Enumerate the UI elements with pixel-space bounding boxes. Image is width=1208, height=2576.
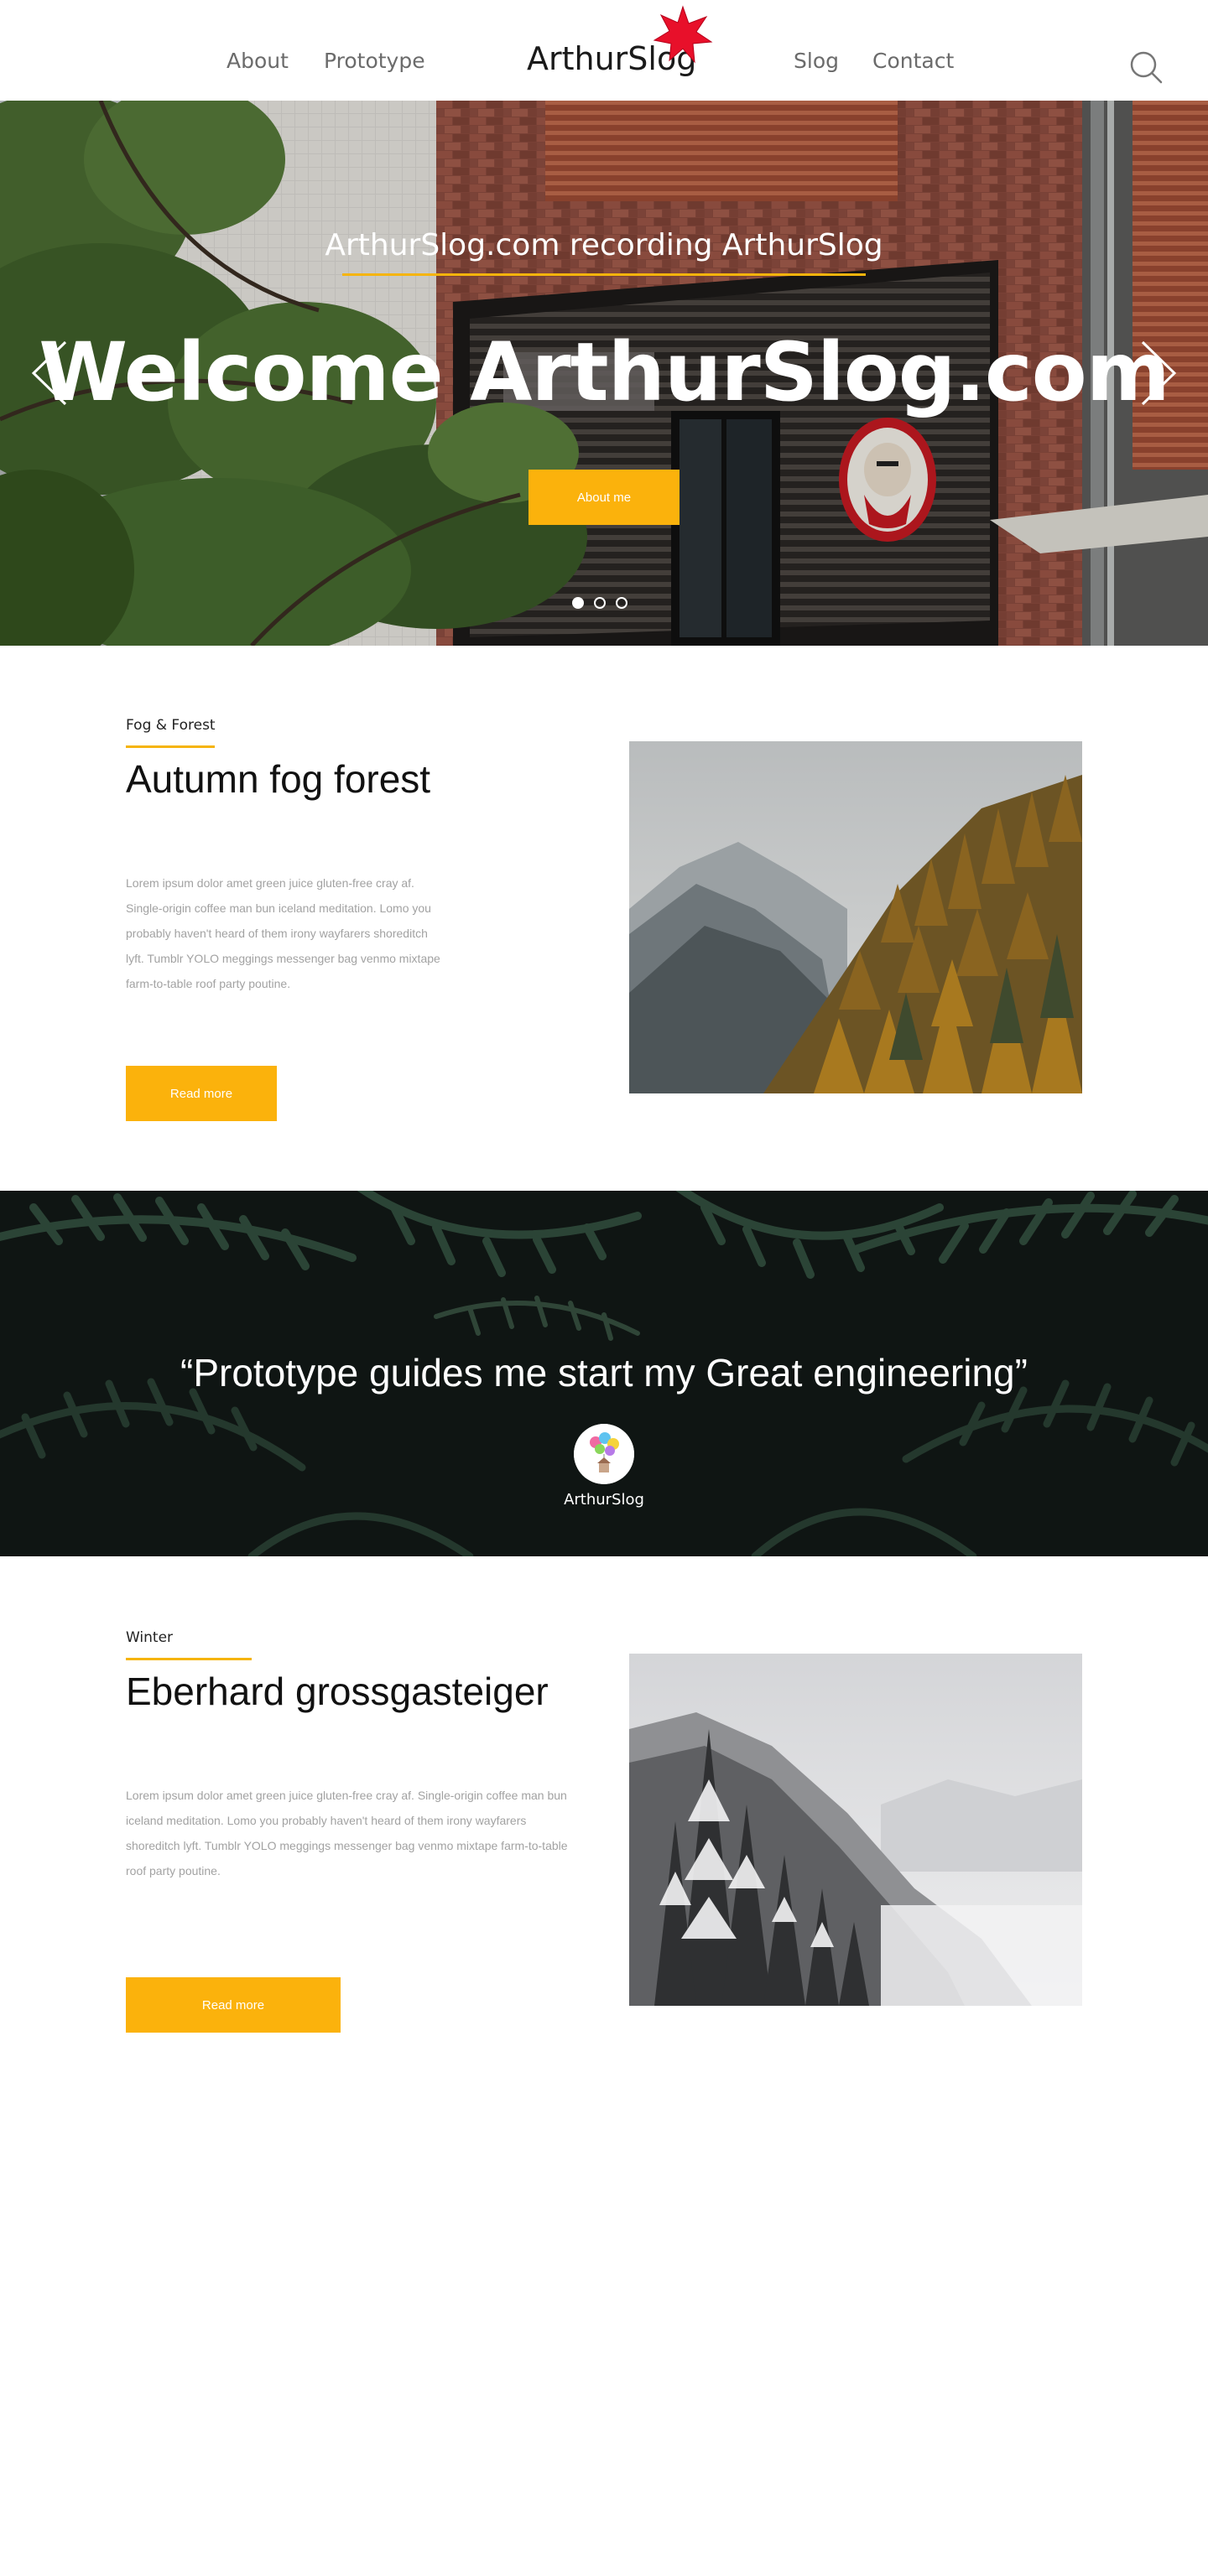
article-title: Eberhard grossgasteiger (126, 1670, 549, 1713)
nav-about-link[interactable]: About (226, 49, 289, 73)
article-title: Autumn fog forest (126, 757, 431, 801)
quote-text: “Prototype guides me start my Great engi… (180, 1351, 1028, 1394)
article-category: Fog & Forest (126, 717, 216, 734)
site-header: About Prototype ArthurSlog Slog Contact (0, 0, 1208, 101)
about-me-button[interactable]: About me (528, 470, 680, 525)
article-body: Lorem ipsum dolor amet green juice glute… (126, 1789, 568, 1877)
read-more-button[interactable]: Read more (126, 1066, 277, 1121)
slider-dot-2[interactable] (594, 597, 606, 609)
category-underline (126, 1658, 252, 1660)
nav-prototype-link[interactable]: Prototype (324, 49, 425, 73)
article-category: Winter (126, 1629, 174, 1646)
star-burst-icon (653, 5, 713, 64)
hero-subtitle-underline (342, 273, 866, 276)
slider-dot-3[interactable] (616, 597, 627, 609)
search-icon[interactable] (1127, 49, 1164, 86)
avatar (574, 1424, 634, 1484)
hero-title: Welcome ArthurSlog.com (39, 325, 1170, 419)
autumn-forest-image (629, 741, 1082, 1093)
category-underline (126, 745, 215, 748)
quote-author: ArthurSlog (564, 1491, 644, 1509)
article-body: Lorem ipsum dolor amet green juice glute… (126, 876, 440, 990)
slider-next-arrow-icon[interactable] (1132, 335, 1183, 411)
slider-prev-arrow-icon[interactable] (25, 335, 76, 411)
nav-contact-link[interactable]: Contact (872, 49, 954, 73)
hero-slider: ArthurSlog.com recording ArthurSlog Welc… (0, 101, 1208, 646)
snowy-mountain-image (629, 1654, 1082, 2006)
nav-slog-link[interactable]: Slog (794, 49, 839, 73)
quote-section: “Prototype guides me start my Great engi… (0, 1191, 1208, 1556)
read-more-button[interactable]: Read more (126, 1977, 341, 2033)
slider-dot-1[interactable] (572, 597, 584, 609)
balloon-house-icon (574, 1424, 634, 1484)
hero-subtitle: ArthurSlog.com recording ArthurSlog (325, 228, 883, 262)
